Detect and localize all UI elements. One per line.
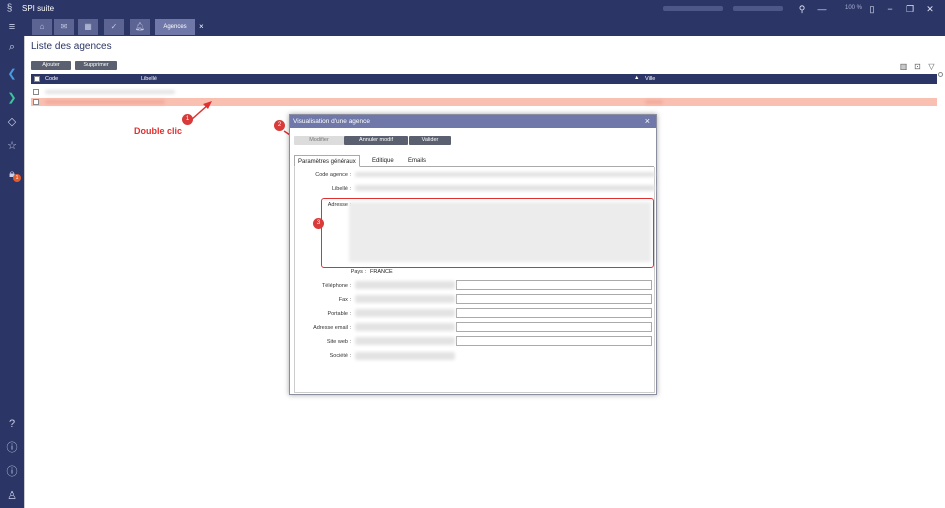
label-code: Code agence : <box>315 172 351 178</box>
website-field[interactable] <box>456 336 652 346</box>
label-fax: Fax : <box>338 297 351 303</box>
value-pays: FRANCE <box>370 269 393 275</box>
telephone-field[interactable] <box>456 280 652 290</box>
callout-1: 1 <box>182 114 193 125</box>
validate-button[interactable]: Valider <box>409 136 451 145</box>
portable-field[interactable] <box>456 308 652 318</box>
tab-editique[interactable]: Editique <box>372 155 394 167</box>
tab-general-params[interactable]: Paramètres généraux <box>294 155 360 167</box>
value-societe <box>355 352 455 360</box>
address-highlight-box <box>321 198 654 268</box>
label-telephone: Téléphone : <box>321 283 351 289</box>
value-code <box>355 172 655 177</box>
modify-button[interactable]: Modifier <box>294 136 344 145</box>
label-libelle: Libellé : <box>332 186 351 192</box>
dialog-title-text: Visualisation d'une agence <box>293 118 371 125</box>
callout-2: 2 <box>274 120 285 131</box>
agency-dialog: Visualisation d'une agence × Modifier An… <box>289 114 657 395</box>
value-email <box>355 323 455 331</box>
label-portable: Portable : <box>327 311 351 317</box>
value-portable <box>355 309 455 317</box>
label-site: Site web : <box>326 339 351 345</box>
cancel-modify-button[interactable]: Annuler modif <box>344 136 408 145</box>
tab-emails[interactable]: Emails <box>408 155 426 167</box>
email-field[interactable] <box>456 322 652 332</box>
value-site <box>355 337 455 345</box>
fax-field[interactable] <box>456 294 652 304</box>
value-fax <box>355 295 455 303</box>
callout-3: 3 <box>313 218 324 229</box>
label-societe: Société : <box>329 353 351 359</box>
dialog-tabs: Paramètres généraux Editique Emails <box>294 155 654 167</box>
value-libelle <box>355 185 655 191</box>
dialog-close-icon[interactable]: × <box>645 115 650 128</box>
double-click-annotation: Double clic <box>134 126 183 136</box>
label-email: Adresse email : <box>313 325 351 331</box>
label-pays: Pays : <box>350 269 366 275</box>
value-telephone <box>355 281 455 289</box>
dialog-title: Visualisation d'une agence × <box>290 115 656 128</box>
